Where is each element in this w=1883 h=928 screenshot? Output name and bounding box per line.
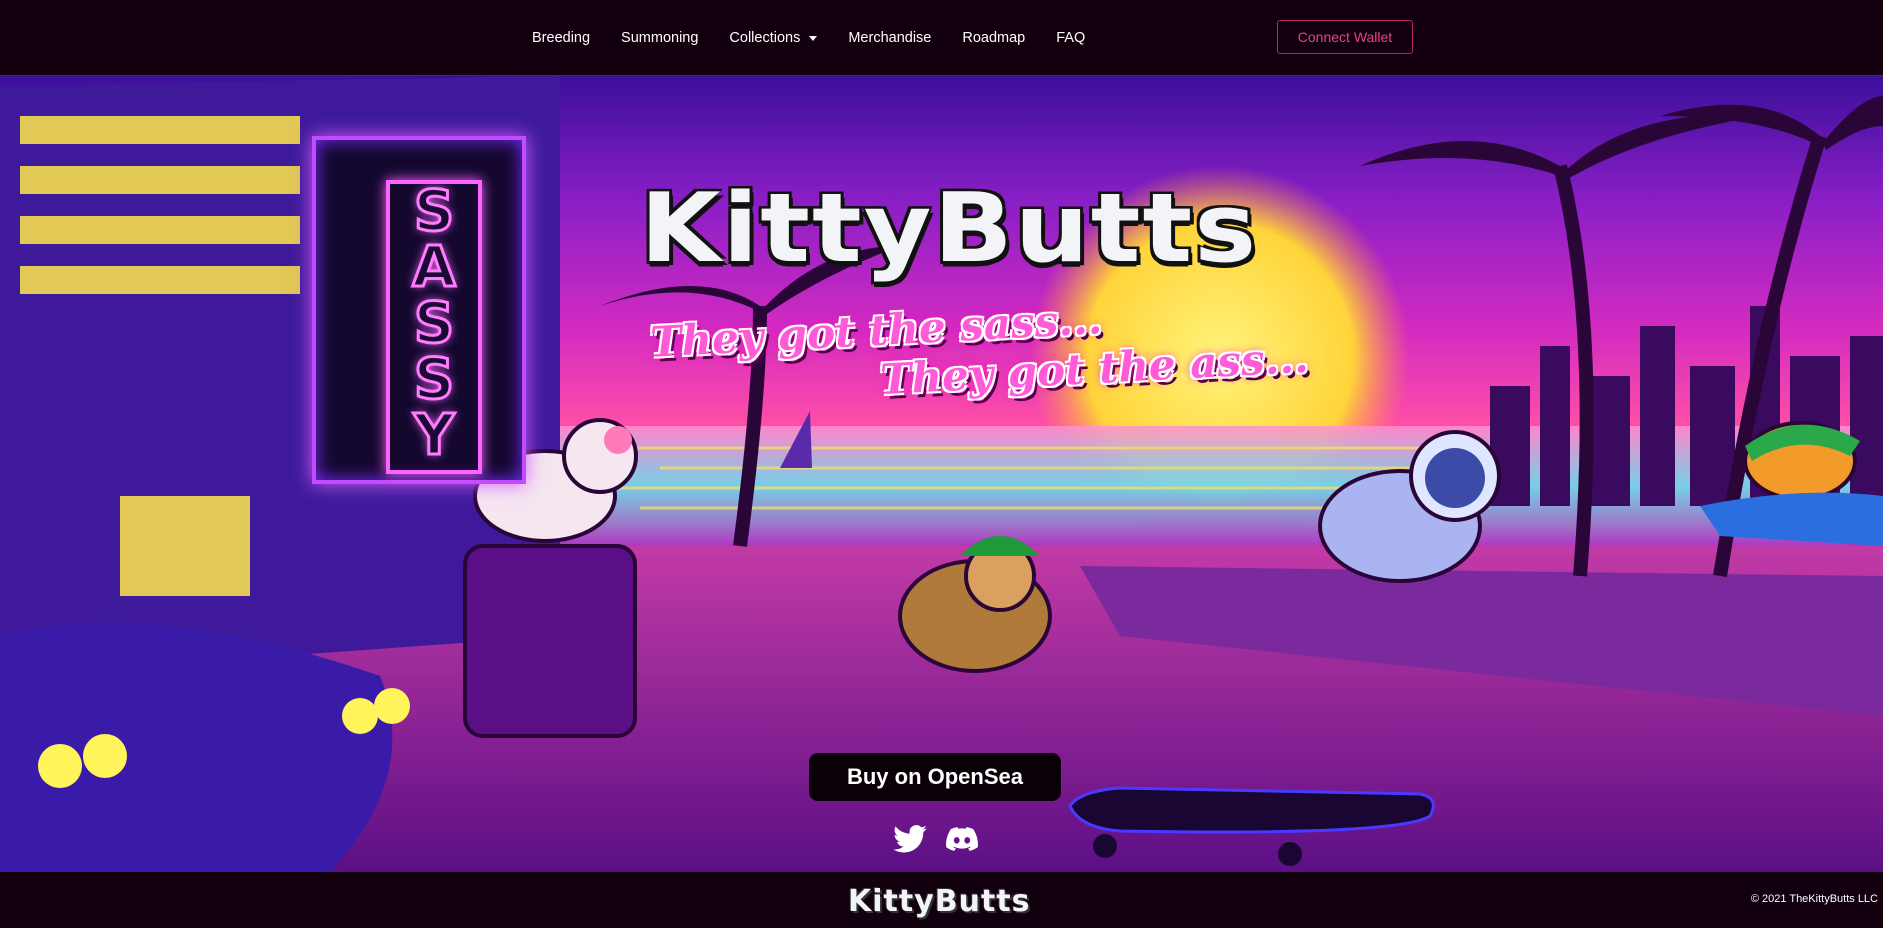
nav-link-summoning[interactable]: Summoning bbox=[621, 30, 698, 46]
nav-link-label: Merchandise bbox=[848, 29, 932, 46]
barrel bbox=[463, 544, 637, 738]
nav-link-label: FAQ bbox=[1056, 29, 1086, 46]
sassy-sign-letter: S bbox=[412, 291, 455, 356]
logo-text: KittyButts bbox=[640, 171, 1259, 285]
nav-link-faq[interactable]: FAQ bbox=[1056, 30, 1085, 46]
discord-icon bbox=[946, 827, 978, 851]
nav-links: Breeding Summoning Collections Merchandi… bbox=[532, 0, 1116, 75]
nav-link-collections[interactable]: Collections bbox=[729, 29, 818, 46]
copyright-text: © 2021 TheKittyButts LLC bbox=[1750, 893, 1878, 905]
connect-wallet-button[interactable]: Connect Wallet bbox=[1277, 20, 1413, 54]
chevron-down-icon bbox=[809, 36, 818, 41]
nav-link-label: Collections bbox=[729, 29, 801, 46]
twitter-icon bbox=[893, 825, 927, 853]
discord-link[interactable] bbox=[942, 822, 982, 856]
nav-link-roadmap[interactable]: Roadmap bbox=[962, 30, 1025, 46]
hero-banner: SASSY KittyButts They got the sass... Th… bbox=[0, 76, 1883, 872]
kittybutts-logo: KittyButts bbox=[640, 171, 1259, 285]
footer: KittyButts © 2021 TheKittyButts LLC bbox=[0, 872, 1883, 928]
nav-link-breeding[interactable]: Breeding bbox=[532, 30, 590, 46]
nav-link-merchandise[interactable]: Merchandise bbox=[848, 30, 931, 46]
top-nav: Breeding Summoning Collections Merchandi… bbox=[0, 0, 1883, 76]
sassy-sign-letter: S bbox=[412, 347, 455, 412]
sassy-sign-text: SASSY bbox=[390, 179, 478, 468]
sassy-sign-letter: A bbox=[411, 235, 457, 300]
buy-on-opensea-button[interactable]: Buy on OpenSea bbox=[809, 753, 1061, 801]
sassy-sign-letter: S bbox=[412, 179, 455, 244]
sassy-neon-sign: SASSY bbox=[312, 136, 526, 484]
footer-logo: KittyButts bbox=[848, 884, 1031, 919]
nav-link-label: Summoning bbox=[621, 29, 699, 46]
nav-link-label: Breeding bbox=[532, 29, 591, 46]
skateboard bbox=[1068, 786, 1435, 834]
sassy-sign-frame: SASSY bbox=[386, 180, 482, 474]
sassy-sign-letter: Y bbox=[412, 403, 456, 468]
twitter-link[interactable] bbox=[890, 822, 930, 856]
nav-link-label: Roadmap bbox=[962, 29, 1026, 46]
